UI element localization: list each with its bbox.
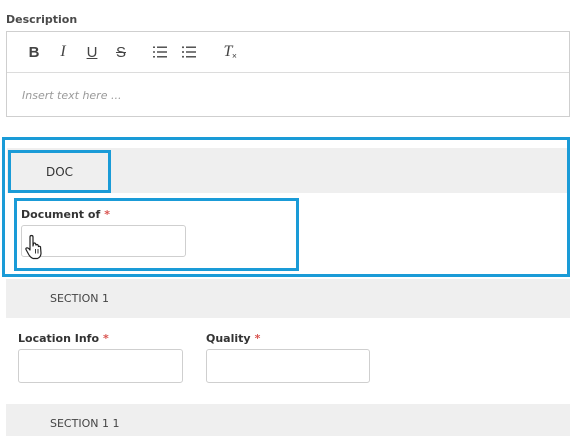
italic-icon[interactable]: I <box>52 41 74 63</box>
description-text-area[interactable]: Insert text here ... <box>7 73 569 117</box>
bullet-list-icon[interactable] <box>178 41 200 63</box>
quality-input[interactable] <box>206 349 370 383</box>
location-info-label-text: Location Info <box>18 332 100 345</box>
doc-tab[interactable]: DOC <box>8 150 111 193</box>
quality-label-text: Quality <box>206 332 251 345</box>
section-1-header[interactable]: SECTION 1 <box>6 279 570 318</box>
editor-toolbar: B I U S T × <box>7 32 569 73</box>
location-info-input[interactable] <box>18 349 183 383</box>
required-marker: * <box>254 332 261 345</box>
clear-format-icon[interactable]: T × <box>217 41 239 63</box>
description-editor: B I U S T × Insert text here ... <box>6 31 570 117</box>
description-placeholder: Insert text here ... <box>22 88 122 102</box>
form-page: Description B I U S T × Insert text here… <box>0 0 572 436</box>
document-of-label: Document of * <box>21 208 110 221</box>
strikethrough-icon[interactable]: S <box>110 41 132 63</box>
document-of-input[interactable] <box>21 225 186 257</box>
document-of-field-highlight: Document of * <box>14 198 299 271</box>
ordered-list-icon[interactable] <box>149 41 171 63</box>
bold-icon[interactable]: B <box>23 41 45 63</box>
required-marker: * <box>104 208 110 221</box>
underline-icon[interactable]: U <box>81 41 103 63</box>
description-label: Description <box>6 13 78 26</box>
hand-pointer-icon <box>24 234 44 264</box>
document-of-label-text: Document of <box>21 208 101 221</box>
doc-tab-label: DOC <box>45 164 74 179</box>
clear-format-x-icon: × <box>231 51 237 61</box>
quality-label: Quality * <box>206 332 260 345</box>
section-1-1-title: SECTION 1 1 <box>50 417 120 430</box>
doc-section-highlight: DOC Document of * <box>2 137 570 277</box>
section-1-title: SECTION 1 <box>50 292 109 305</box>
section-1-1-header[interactable]: SECTION 1 1 <box>6 404 570 436</box>
required-marker: * <box>103 332 109 345</box>
location-info-label: Location Info * <box>18 332 109 345</box>
